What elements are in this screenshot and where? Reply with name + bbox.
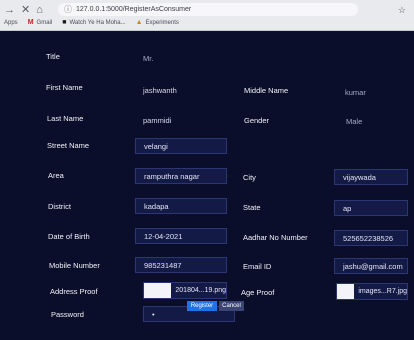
- aadhar-label: Aadhar No Number: [243, 233, 308, 242]
- bookmark-gmail[interactable]: M Gmail: [28, 19, 53, 26]
- first-name-input[interactable]: jashwanth: [143, 86, 177, 95]
- address-proof-label: Address Proof: [50, 287, 98, 296]
- street-name-input[interactable]: velangi: [135, 138, 227, 154]
- email-label: Email ID: [243, 262, 272, 271]
- bookmark-apps[interactable]: Apps: [4, 20, 18, 26]
- email-input[interactable]: jashu@gmail.com: [334, 258, 408, 274]
- age-proof-label: Age Proof: [241, 288, 275, 297]
- bookmarks-bar: Apps M Gmail ■ Watch Ye Ha Moha... ▲ Exp…: [4, 19, 179, 26]
- district-label: District: [48, 202, 71, 211]
- file-name: images...R7.jpg: [358, 288, 407, 295]
- close-icon[interactable]: ✕: [21, 4, 30, 16]
- city-input[interactable]: vijaywada: [334, 169, 408, 185]
- city-label: City: [243, 173, 256, 182]
- address-bar[interactable]: ⓘ 127.0.0.1:5000/RegisterAsConsumer: [58, 3, 358, 16]
- info-icon[interactable]: ⓘ: [64, 4, 72, 15]
- street-name-label: Street Name: [47, 141, 90, 150]
- back-arrow-icon[interactable]: →: [4, 4, 15, 16]
- district-input[interactable]: kadapa: [135, 198, 227, 214]
- url-text: 127.0.0.1:5000/RegisterAsConsumer: [76, 6, 192, 13]
- file-name: 201804...19.png: [175, 287, 226, 294]
- area-label: Area: [48, 171, 64, 180]
- bookmark-experiments[interactable]: ▲ Experiments: [136, 19, 179, 26]
- cancel-button[interactable]: Cancel: [219, 301, 244, 311]
- first-name-label: First Name: [46, 83, 83, 92]
- bookmark-star-icon[interactable]: ☆: [398, 5, 406, 16]
- dob-label: Date of Birth: [48, 232, 90, 241]
- home-icon[interactable]: ⌂: [36, 4, 43, 16]
- dob-input[interactable]: 12-04-2021: [135, 228, 227, 244]
- middle-name-input[interactable]: kumar: [345, 88, 366, 97]
- bookmark-label: Experiments: [145, 19, 179, 26]
- bookmark-label: Apps: [4, 19, 18, 26]
- aadhar-input[interactable]: 525652238526: [334, 230, 408, 246]
- state-label: State: [243, 203, 261, 212]
- mobile-label: Mobile Number: [49, 261, 100, 270]
- register-button[interactable]: Register: [187, 301, 217, 311]
- password-label: Password: [51, 310, 84, 319]
- bookmark-watch[interactable]: ■ Watch Ye Ha Moha...: [62, 19, 125, 26]
- file-chooser-button[interactable]: [337, 284, 355, 299]
- gender-label: Gender: [244, 116, 270, 125]
- register-consumer-form: Title Mr. First Name jashwanth Middle Na…: [0, 30, 414, 340]
- gmail-icon: M: [27, 19, 34, 26]
- state-input[interactable]: ap: [334, 200, 408, 216]
- title-select[interactable]: Mr.: [143, 54, 153, 63]
- bookmark-label: Watch Ye Ha Moha...: [69, 19, 126, 26]
- title-label: Title: [46, 52, 60, 61]
- address-proof-file-input[interactable]: 201804...19.png: [143, 282, 227, 299]
- youtube-icon: ■: [62, 19, 67, 26]
- last-name-input[interactable]: pammidi: [143, 116, 171, 125]
- mobile-input[interactable]: 985231487: [135, 257, 227, 273]
- file-chooser-button[interactable]: [144, 283, 172, 298]
- bookmark-label: Gmail: [36, 19, 53, 26]
- area-input[interactable]: ramputhra nagar: [135, 168, 227, 184]
- age-proof-file-input[interactable]: images...R7.jpg: [336, 283, 408, 300]
- browser-nav: → ✕ ⌂: [4, 4, 43, 16]
- gender-select[interactable]: Male: [346, 117, 362, 126]
- browser-chrome: → ✕ ⌂ ⓘ 127.0.0.1:5000/RegisterAsConsume…: [0, 0, 414, 31]
- experiments-icon: ▲: [135, 19, 143, 26]
- last-name-label: Last Name: [47, 114, 84, 123]
- middle-name-label: Middle Name: [244, 86, 289, 95]
